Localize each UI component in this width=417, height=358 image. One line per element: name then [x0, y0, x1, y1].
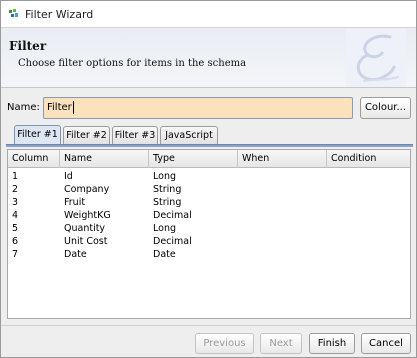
cell-type: Long [153, 171, 176, 182]
cell-condition [327, 170, 331, 183]
cell-type: String [153, 197, 182, 208]
wizard-banner: Filter Choose filter options for items i… [1, 29, 416, 87]
cell-name: Fruit [64, 197, 86, 208]
window-title: Filter Wizard [25, 8, 94, 21]
cell-condition [327, 248, 331, 261]
cell-condition [327, 235, 331, 248]
cell-when [238, 222, 242, 235]
cell-condition [327, 209, 331, 222]
cell-condition [327, 183, 331, 196]
finish-button[interactable]: Finish [309, 333, 355, 354]
cell-column: 3 [12, 197, 19, 208]
cell-condition [327, 222, 331, 235]
name-label: Name: [7, 102, 40, 113]
filter-wizard-window: Filter Wizard Filter Choose filter optio… [0, 0, 417, 358]
cell-type: Decimal [153, 210, 192, 221]
cell-when [238, 170, 242, 183]
table-row[interactable]: 2 Company String [8, 183, 410, 196]
table-row[interactable]: 6 Unit Cost Decimal [8, 235, 410, 248]
cell-when [238, 196, 242, 209]
cell-condition [327, 196, 331, 209]
cell-when [238, 235, 242, 248]
cell-column: 6 [12, 236, 19, 247]
column-header-type[interactable]: Type [149, 150, 238, 168]
cell-when [238, 183, 242, 196]
cell-when [238, 248, 242, 261]
table-row[interactable]: 1 Id Long [8, 170, 410, 183]
table-row[interactable]: 3 Fruit String [8, 196, 410, 209]
column-header-name[interactable]: Name [60, 150, 149, 168]
wizard-app-icon [9, 9, 18, 17]
cell-column: 1 [12, 171, 19, 182]
tab-filter-2[interactable]: Filter #2 [63, 126, 110, 144]
table-row[interactable]: 5 Quantity Long [8, 222, 410, 235]
previous-button[interactable]: Previous [195, 333, 254, 354]
table-row[interactable]: 4 WeightKG Decimal [8, 209, 410, 222]
footer-divider [1, 325, 416, 326]
column-header-column[interactable]: Column [8, 150, 60, 168]
banner-divider [1, 87, 416, 88]
cell-column: 4 [12, 210, 19, 221]
table-header: Column Name Type When Condition [8, 150, 410, 168]
cell-type: Long [153, 223, 176, 234]
cell-type: Decimal [153, 236, 192, 247]
column-header-when[interactable]: When [238, 150, 327, 168]
cancel-button[interactable]: Cancel [361, 333, 411, 354]
cell-name: Unit Cost [64, 236, 108, 247]
cell-column: 5 [12, 223, 19, 234]
cell-type: String [153, 184, 182, 195]
cell-column: 7 [12, 249, 19, 260]
column-header-condition[interactable]: Condition [327, 150, 410, 168]
text-caret [72, 100, 74, 114]
script-e-logo-icon [346, 29, 406, 87]
name-input[interactable]: Filter [43, 97, 353, 119]
page-subheading: Choose filter options for items in the s… [18, 58, 247, 69]
next-button[interactable]: Next [260, 333, 302, 354]
title-bar: Filter Wizard [1, 1, 416, 28]
tab-content-border [6, 144, 413, 147]
cell-name: Date [64, 249, 87, 260]
cell-name: Company [64, 184, 110, 195]
columns-table[interactable]: Column Name Type When Condition 1 Id Lon… [7, 149, 411, 319]
tab-filter-1[interactable]: Filter #1 [14, 125, 61, 145]
cell-type: Date [153, 249, 176, 260]
tab-filter-3[interactable]: Filter #3 [112, 126, 158, 144]
cell-name: Id [64, 171, 73, 182]
page-heading: Filter [9, 39, 47, 53]
tab-javascript[interactable]: JavaScript [160, 126, 218, 144]
cell-column: 2 [12, 184, 19, 195]
name-input-value: Filter [47, 102, 72, 113]
cell-when [238, 209, 242, 222]
cell-name: WeightKG [64, 210, 111, 221]
table-row[interactable]: 7 Date Date [8, 248, 410, 261]
cell-name: Quantity [64, 223, 106, 234]
colour-button[interactable]: Colour... [360, 97, 411, 119]
